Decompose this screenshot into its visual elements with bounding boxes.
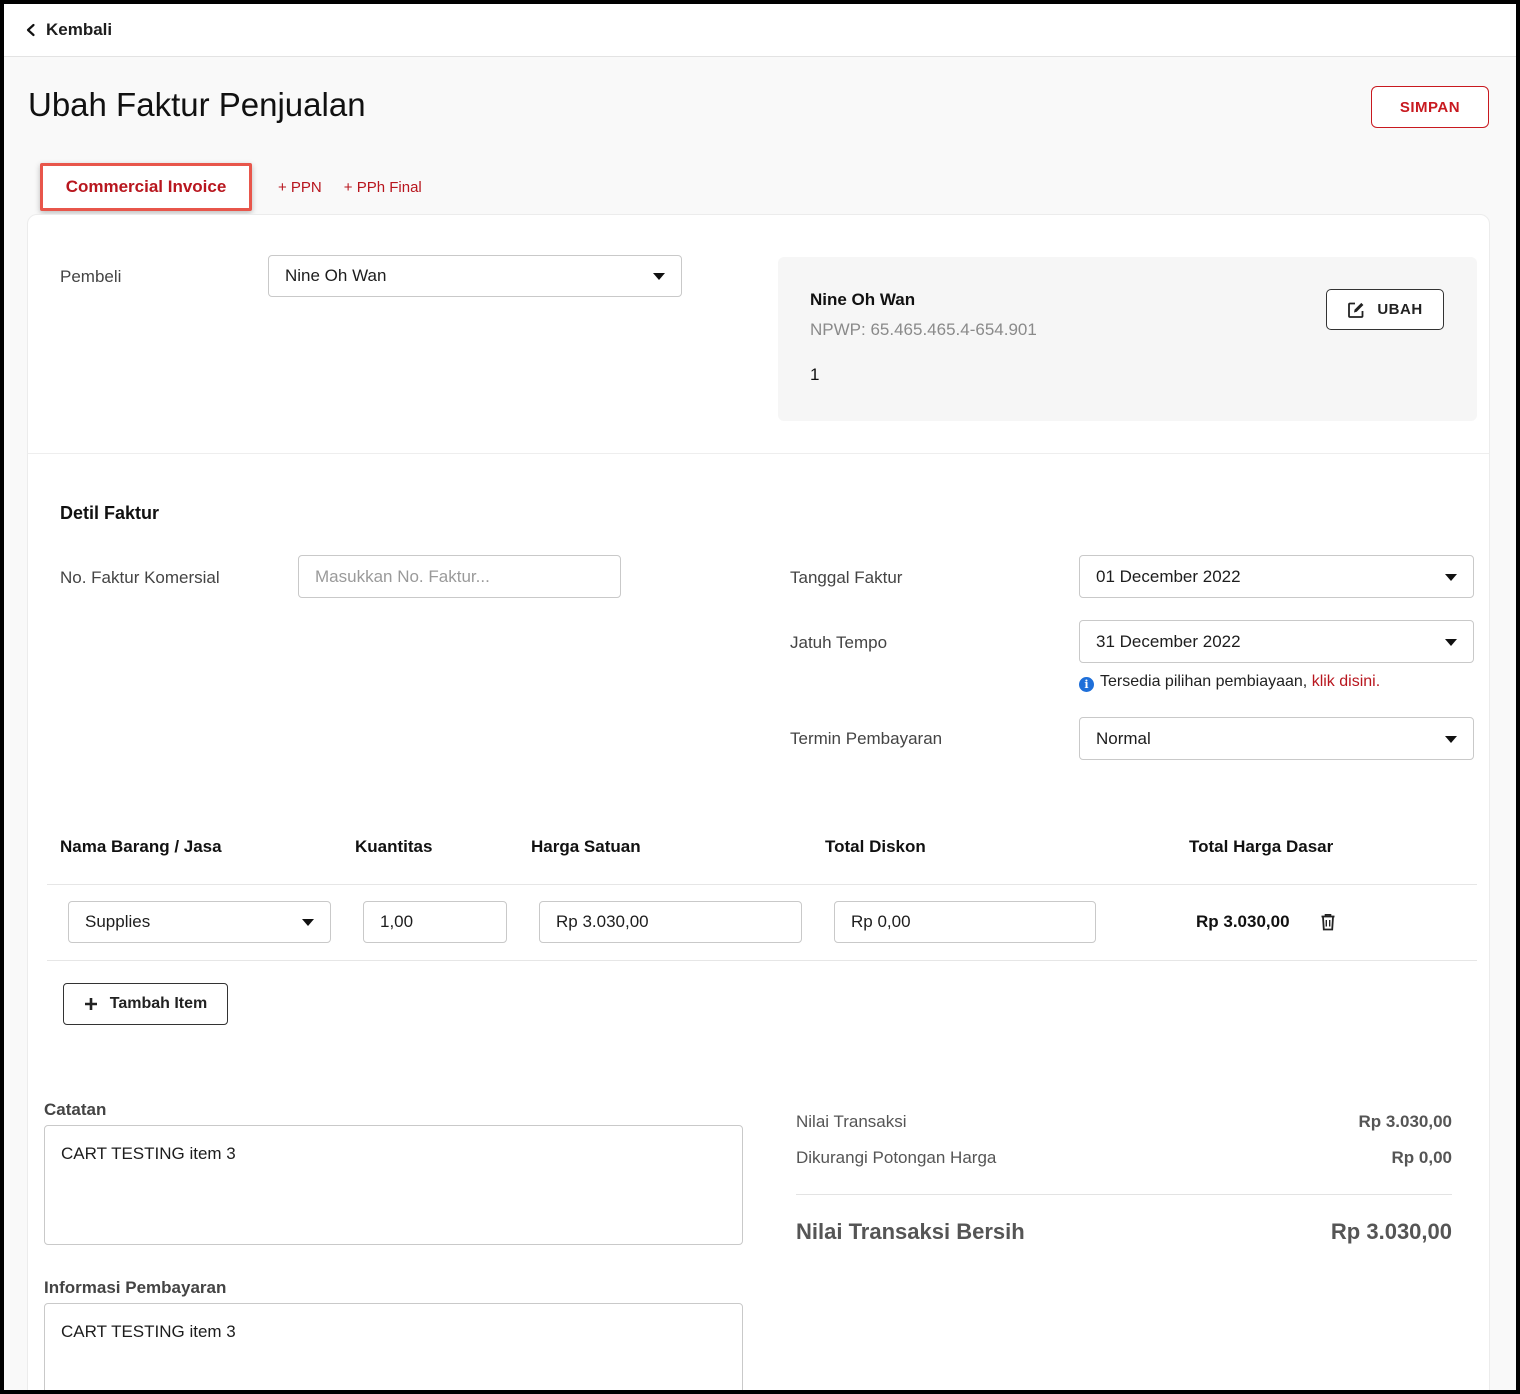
plus-icon <box>84 998 97 1010</box>
notes-value: CART TESTING item 3 <box>61 1144 236 1163</box>
invoice-tabs: Commercial Invoice + PPN + PPh Final <box>40 162 422 212</box>
column-header-base-total: Total Harga Dasar <box>1189 837 1334 856</box>
table-header-divider <box>47 884 1477 885</box>
column-header-discount: Total Diskon <box>825 837 926 856</box>
edit-icon <box>1348 302 1364 318</box>
buyer-select[interactable]: Nine Oh Wan <box>268 255 682 297</box>
due-date-value: 31 December 2022 <box>1096 631 1241 651</box>
buyer-info-card: Nine Oh Wan NPWP: 65.465.465.4-654.901 1… <box>778 257 1477 421</box>
caret-down-icon <box>1445 573 1457 581</box>
edit-buyer-button[interactable]: UBAH <box>1326 289 1444 330</box>
column-header-item: Nama Barang / Jasa <box>60 837 222 856</box>
section-divider <box>28 453 1489 454</box>
invoice-date-label: Tanggal Faktur <box>790 568 903 587</box>
back-label: Kembali <box>46 20 113 39</box>
discount-total-label: Dikurangi Potongan Harga <box>796 1148 997 1167</box>
caret-down-icon <box>1445 638 1457 646</box>
payment-info-label: Informasi Pembayaran <box>44 1278 227 1297</box>
invoice-date-select[interactable]: 01 December 2022 <box>1079 555 1474 598</box>
payment-info-textarea[interactable]: CART TESTING item 3 <box>44 1303 743 1390</box>
financing-note: i Tersedia pilihan pembiayaan, klik disin… <box>1079 673 1380 692</box>
payment-terms-select[interactable]: Normal <box>1079 717 1474 760</box>
chevron-left-icon <box>26 23 35 37</box>
buyer-label: Pembeli <box>60 267 122 286</box>
net-transaction-value: Rp 3.030,00 <box>1330 1219 1452 1244</box>
row-base-total: Rp 3.030,00 <box>1196 912 1290 931</box>
unit-price-value: Rp 3.030,00 <box>556 912 649 931</box>
item-select[interactable]: Supplies <box>68 901 331 943</box>
caret-down-icon <box>653 273 665 280</box>
info-icon: i <box>1079 677 1094 692</box>
discount-value: Rp 0,00 <box>851 912 911 931</box>
buyer-address: 1 <box>810 365 820 384</box>
page-title: Ubah Faktur Penjualan <box>28 86 366 123</box>
transaction-label: Nilai Transaksi <box>796 1112 907 1131</box>
item-select-value: Supplies <box>85 912 151 931</box>
app-frame: Kembali Ubah Faktur Penjualan SIMPAN Com… <box>0 0 1520 1394</box>
column-header-quantity: Kuantitas <box>355 837 433 856</box>
table-row-divider <box>47 960 1477 961</box>
top-bar: Kembali <box>4 4 1516 57</box>
tab-add-pph-final[interactable]: + PPh Final <box>344 179 422 196</box>
transaction-value: Rp 3.030,00 <box>1358 1112 1452 1131</box>
invoice-no-input[interactable]: Masukkan No. Faktur... <box>298 555 621 598</box>
invoice-card: Pembeli Nine Oh Wan Nine Oh Wan NPWP: 65… <box>27 214 1490 1390</box>
column-header-unit-price: Harga Satuan <box>531 837 641 856</box>
trash-icon[interactable] <box>1320 913 1336 931</box>
net-transaction-label: Nilai Transaksi Bersih <box>796 1219 1025 1244</box>
edit-buyer-label: UBAH <box>1377 301 1423 318</box>
quantity-input[interactable]: 1,00 <box>363 901 507 943</box>
buyer-name: Nine Oh Wan <box>810 290 916 309</box>
payment-info-value: CART TESTING item 3 <box>61 1322 236 1341</box>
due-date-label: Jatuh Tempo <box>790 633 888 652</box>
quantity-value: 1,00 <box>380 912 414 931</box>
details-title: Detil Faktur <box>60 503 160 523</box>
invoice-no-placeholder: Masukkan No. Faktur... <box>315 566 490 586</box>
add-item-button[interactable]: Tambah Item <box>63 983 228 1025</box>
caret-down-icon <box>302 919 314 926</box>
discount-total-value: Rp 0,00 <box>1391 1148 1452 1167</box>
financing-note-text: Tersedia pilihan pembiayaan, <box>1100 673 1312 690</box>
back-button[interactable]: Kembali <box>24 20 112 40</box>
add-item-label: Tambah Item <box>109 995 208 1012</box>
due-date-select[interactable]: 31 December 2022 <box>1079 620 1474 663</box>
invoice-no-label: No. Faktur Komersial <box>60 568 220 587</box>
financing-link[interactable]: klik disini. <box>1312 673 1380 690</box>
invoice-date-value: 01 December 2022 <box>1096 566 1241 586</box>
tab-commercial-invoice[interactable]: Commercial Invoice <box>40 163 252 211</box>
buyer-npwp: NPWP: 65.465.465.4-654.901 <box>810 320 1037 339</box>
payment-terms-label: Termin Pembayaran <box>790 729 943 748</box>
summary-divider <box>796 1194 1452 1195</box>
caret-down-icon <box>1445 735 1457 743</box>
discount-input[interactable]: Rp 0,00 <box>834 901 1096 943</box>
save-button[interactable]: SIMPAN <box>1371 86 1489 128</box>
payment-terms-value: Normal <box>1096 728 1151 748</box>
buyer-select-value: Nine Oh Wan <box>285 266 387 285</box>
tab-add-ppn[interactable]: + PPN <box>278 179 322 196</box>
unit-price-input[interactable]: Rp 3.030,00 <box>539 901 802 943</box>
notes-textarea[interactable]: CART TESTING item 3 <box>44 1125 743 1245</box>
notes-label: Catatan <box>44 1100 107 1119</box>
